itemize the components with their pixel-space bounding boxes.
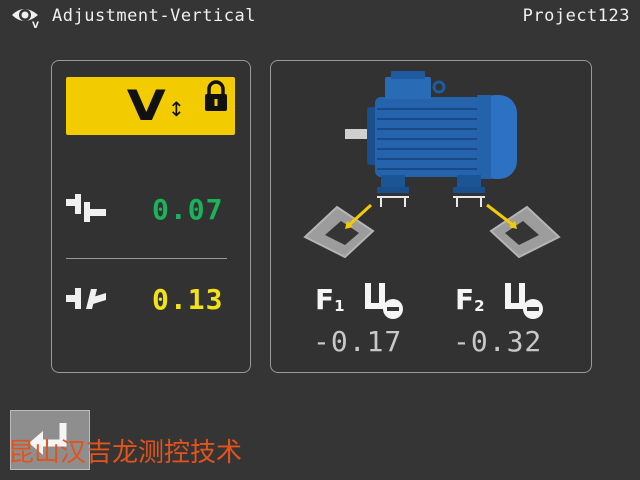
up-down-arrow-icon: ↕ xyxy=(168,97,185,121)
angular-offset-icon xyxy=(66,288,106,309)
mode-letter: V xyxy=(126,81,166,130)
foot-1-label: F1 xyxy=(315,283,345,316)
foot-2-value: -0.32 xyxy=(453,325,543,358)
vertical-mode-indicator[interactable]: V ↕ xyxy=(66,77,235,135)
coupling-results-panel: V ↕ 0.07 0.13 xyxy=(51,60,251,373)
shim-left-icon xyxy=(303,203,375,259)
parallel-offset-icon xyxy=(66,194,106,222)
top-bar: V Adjustment-Vertical Project123 xyxy=(0,0,640,32)
foot-2-label: F2 xyxy=(455,283,485,316)
electric-motor-icon xyxy=(345,71,517,207)
shim-right-icon xyxy=(486,203,561,259)
angle-value: 0.13 xyxy=(152,283,224,316)
offset-value: 0.07 xyxy=(152,193,224,226)
remove-shim-icon xyxy=(505,283,543,319)
project-name: Project123 xyxy=(522,6,630,26)
page-title: Adjustment-Vertical xyxy=(52,6,256,26)
foot-1-value: -0.17 xyxy=(313,325,403,358)
watermark-text: 昆山汉吉龙测控技术 xyxy=(8,438,243,468)
divider xyxy=(66,258,227,259)
eye-v-logo-icon: V xyxy=(12,9,39,29)
remove-shim-icon xyxy=(365,283,403,319)
lock-icon xyxy=(205,80,227,111)
svg-text:V: V xyxy=(32,21,39,29)
motor-feet-panel: F1 -0.17 F2 -0.32 xyxy=(270,60,592,373)
